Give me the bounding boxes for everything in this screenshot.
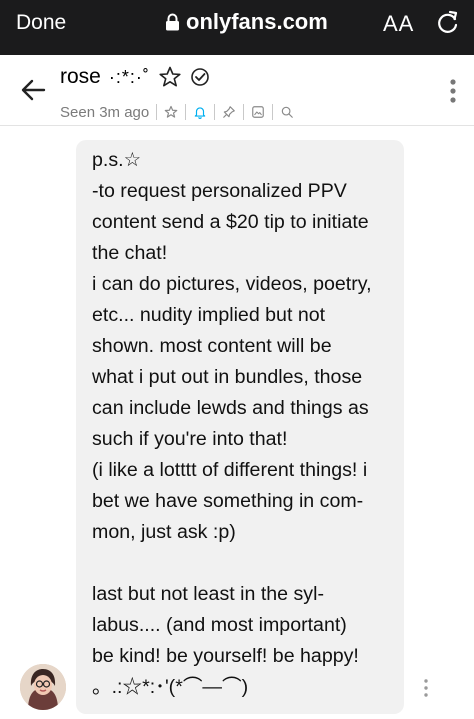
divider [272,104,274,120]
reload-icon[interactable] [436,10,460,36]
name-decoration: ·:*:·˚ [108,66,150,87]
contact-name-row[interactable]: rose ·:*:·˚ [60,65,210,89]
back-arrow-icon[interactable] [20,77,46,103]
text-size-label: AA [383,11,415,36]
message-line: bet we have something in com- [92,490,364,512]
message-text: p.s.☆ -to request personalized PPV conte… [92,145,392,703]
message-line: content send a $20 tip to initiate [92,211,369,233]
message-line: what i put out in bundles, those [92,366,363,388]
message-line: etc... nudity implied but not [92,304,326,326]
verified-check-icon [191,68,209,86]
star-outline-icon [159,66,181,87]
divider [214,104,216,120]
message-options-icon[interactable] [421,678,431,698]
conversation-area: p.s.☆ -to request personalized PPV conte… [0,126,474,719]
contact-name: rose [60,65,101,88]
divider [185,104,187,120]
star-icon[interactable] [164,105,178,119]
message-bubble[interactable]: p.s.☆ -to request personalized PPV conte… [76,140,404,714]
message-line: -to request personalized PPV [92,180,347,202]
message-line: shown. most content will be [92,335,332,357]
done-button[interactable]: Done [16,11,66,35]
message-line: mon, just ask :p) [92,521,236,543]
message-line: last but not least in the syl- [92,583,324,605]
gallery-icon[interactable] [251,105,265,119]
message-line: such if you're into that! [92,428,288,450]
message-line: 。.:☆*:･'(*⌒―⌒) [92,676,249,698]
bell-icon[interactable] [193,105,207,119]
message-line: can include lewds and things as [92,397,369,419]
message-line: (i like a lotttt of different things! i [92,459,368,481]
browser-toolbar: Done onlyfans.com AA [0,0,474,55]
text-size-button[interactable]: AA [383,11,414,37]
chat-header: rose ·:*:·˚ Seen 3m ago [0,55,474,126]
lock-icon [165,13,180,31]
avatar[interactable] [20,664,66,710]
search-icon[interactable] [280,105,294,119]
seen-status: Seen 3m ago [60,103,150,121]
pin-icon[interactable] [222,105,236,119]
more-vertical-icon[interactable] [446,78,460,104]
message-line: i can do pictures, videos, poetry, [92,273,372,295]
status-row: Seen 3m ago [60,101,294,123]
message-line [92,548,392,579]
avatar-image [20,664,66,710]
message-line: labus.... (and most important) [92,614,347,636]
divider [243,104,245,120]
domain-text: onlyfans.com [186,9,328,34]
message-line: the chat! [92,242,168,264]
message-line: p.s.☆ [92,149,142,171]
message-line: be kind! be yourself! be happy! [92,645,359,667]
divider [156,104,158,120]
address-bar[interactable]: onlyfans.com [165,9,328,35]
